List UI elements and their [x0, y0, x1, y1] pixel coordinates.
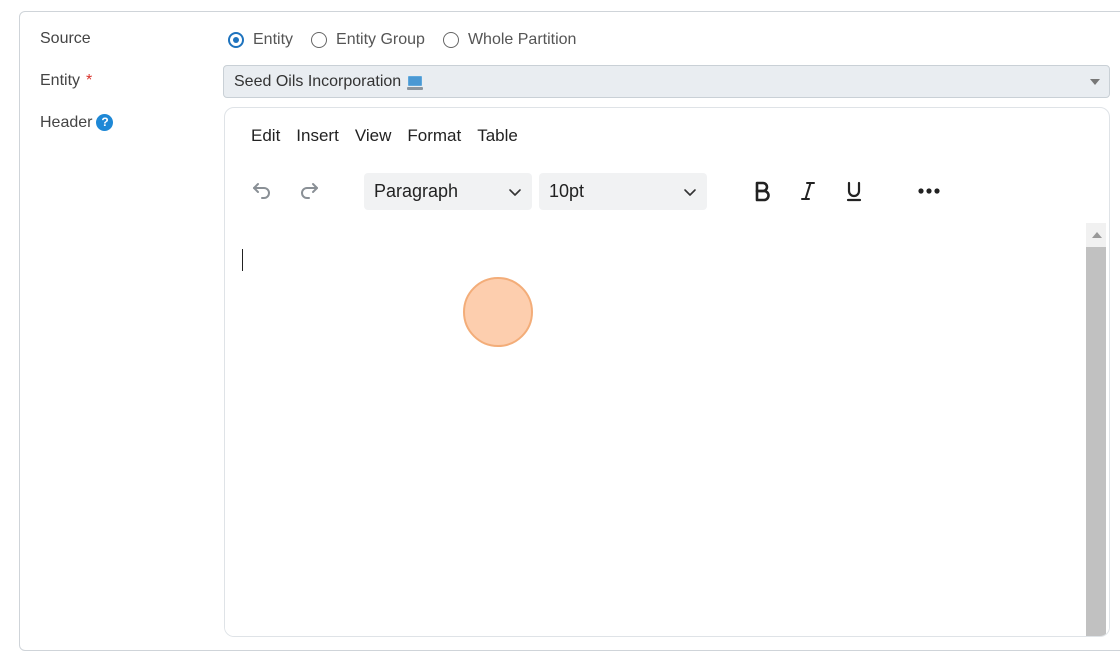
- editor-content-area[interactable]: [225, 222, 1109, 636]
- chevron-down-icon: [509, 189, 521, 196]
- header-label-text: Header: [40, 114, 93, 131]
- entity-select-value: Seed Oils Incorporation: [234, 72, 402, 90]
- source-label: Source: [40, 30, 91, 47]
- menu-edit[interactable]: Edit: [251, 126, 280, 146]
- monitor-icon: [407, 75, 424, 90]
- radio-whole-partition[interactable]: [442, 32, 459, 48]
- text-caret: [242, 249, 243, 271]
- entity-label-text: Entity: [40, 72, 81, 89]
- required-mark: *: [86, 72, 93, 89]
- editor-menubar: Edit Insert View Format Table: [225, 108, 1109, 164]
- radio-entity[interactable]: [228, 32, 244, 48]
- block-format-dropdown[interactable]: Paragraph: [364, 173, 532, 210]
- entity-select[interactable]: Seed Oils Incorporation: [223, 65, 1110, 98]
- rich-text-editor: Edit Insert View Format Table Paragraph …: [224, 107, 1110, 637]
- source-option-entity-group[interactable]: Entity Group: [311, 31, 425, 49]
- radio-entity-group[interactable]: [311, 32, 328, 48]
- click-indicator: [463, 277, 533, 347]
- redo-icon: [301, 183, 318, 199]
- scrollbar-thumb[interactable]: [1086, 247, 1106, 636]
- editor-scrollbar[interactable]: [1086, 223, 1106, 636]
- font-size-value: 10pt: [549, 181, 585, 201]
- chevron-down-icon: [684, 189, 696, 196]
- undo-button[interactable]: [245, 174, 279, 208]
- chevron-down-icon[interactable]: [1090, 79, 1100, 85]
- bold-icon: [755, 181, 770, 202]
- bold-button[interactable]: [745, 174, 779, 208]
- scroll-up-icon[interactable]: [1092, 232, 1102, 238]
- header-label: Header?: [40, 114, 114, 132]
- source-option-whole-partition[interactable]: Whole Partition: [442, 31, 577, 49]
- menu-insert[interactable]: Insert: [296, 126, 339, 146]
- font-size-dropdown[interactable]: 10pt: [539, 173, 707, 210]
- source-option-entity[interactable]: Entity: [228, 31, 293, 49]
- more-icon: [918, 188, 940, 194]
- radio-whole-partition-label: Whole Partition: [467, 31, 577, 48]
- underline-button[interactable]: [837, 174, 871, 208]
- editor-toolbar: Paragraph 10pt: [225, 164, 1109, 222]
- help-icon[interactable]: ?: [96, 114, 114, 131]
- block-format-value: Paragraph: [374, 181, 459, 201]
- italic-icon: [801, 182, 815, 200]
- redo-button[interactable]: [292, 174, 326, 208]
- underline-icon: [846, 181, 862, 202]
- undo-icon: [253, 183, 270, 199]
- menu-view[interactable]: View: [355, 126, 392, 146]
- radio-entity-label: Entity: [253, 31, 294, 48]
- menu-format[interactable]: Format: [407, 126, 461, 146]
- italic-button[interactable]: [791, 174, 825, 208]
- entity-label: Entity *: [40, 72, 92, 90]
- source-radio-group: Entity Entity Group Whole Partition: [228, 29, 594, 51]
- menu-table[interactable]: Table: [477, 126, 518, 146]
- radio-entity-group-label: Entity Group: [336, 31, 425, 48]
- more-button[interactable]: [912, 174, 946, 208]
